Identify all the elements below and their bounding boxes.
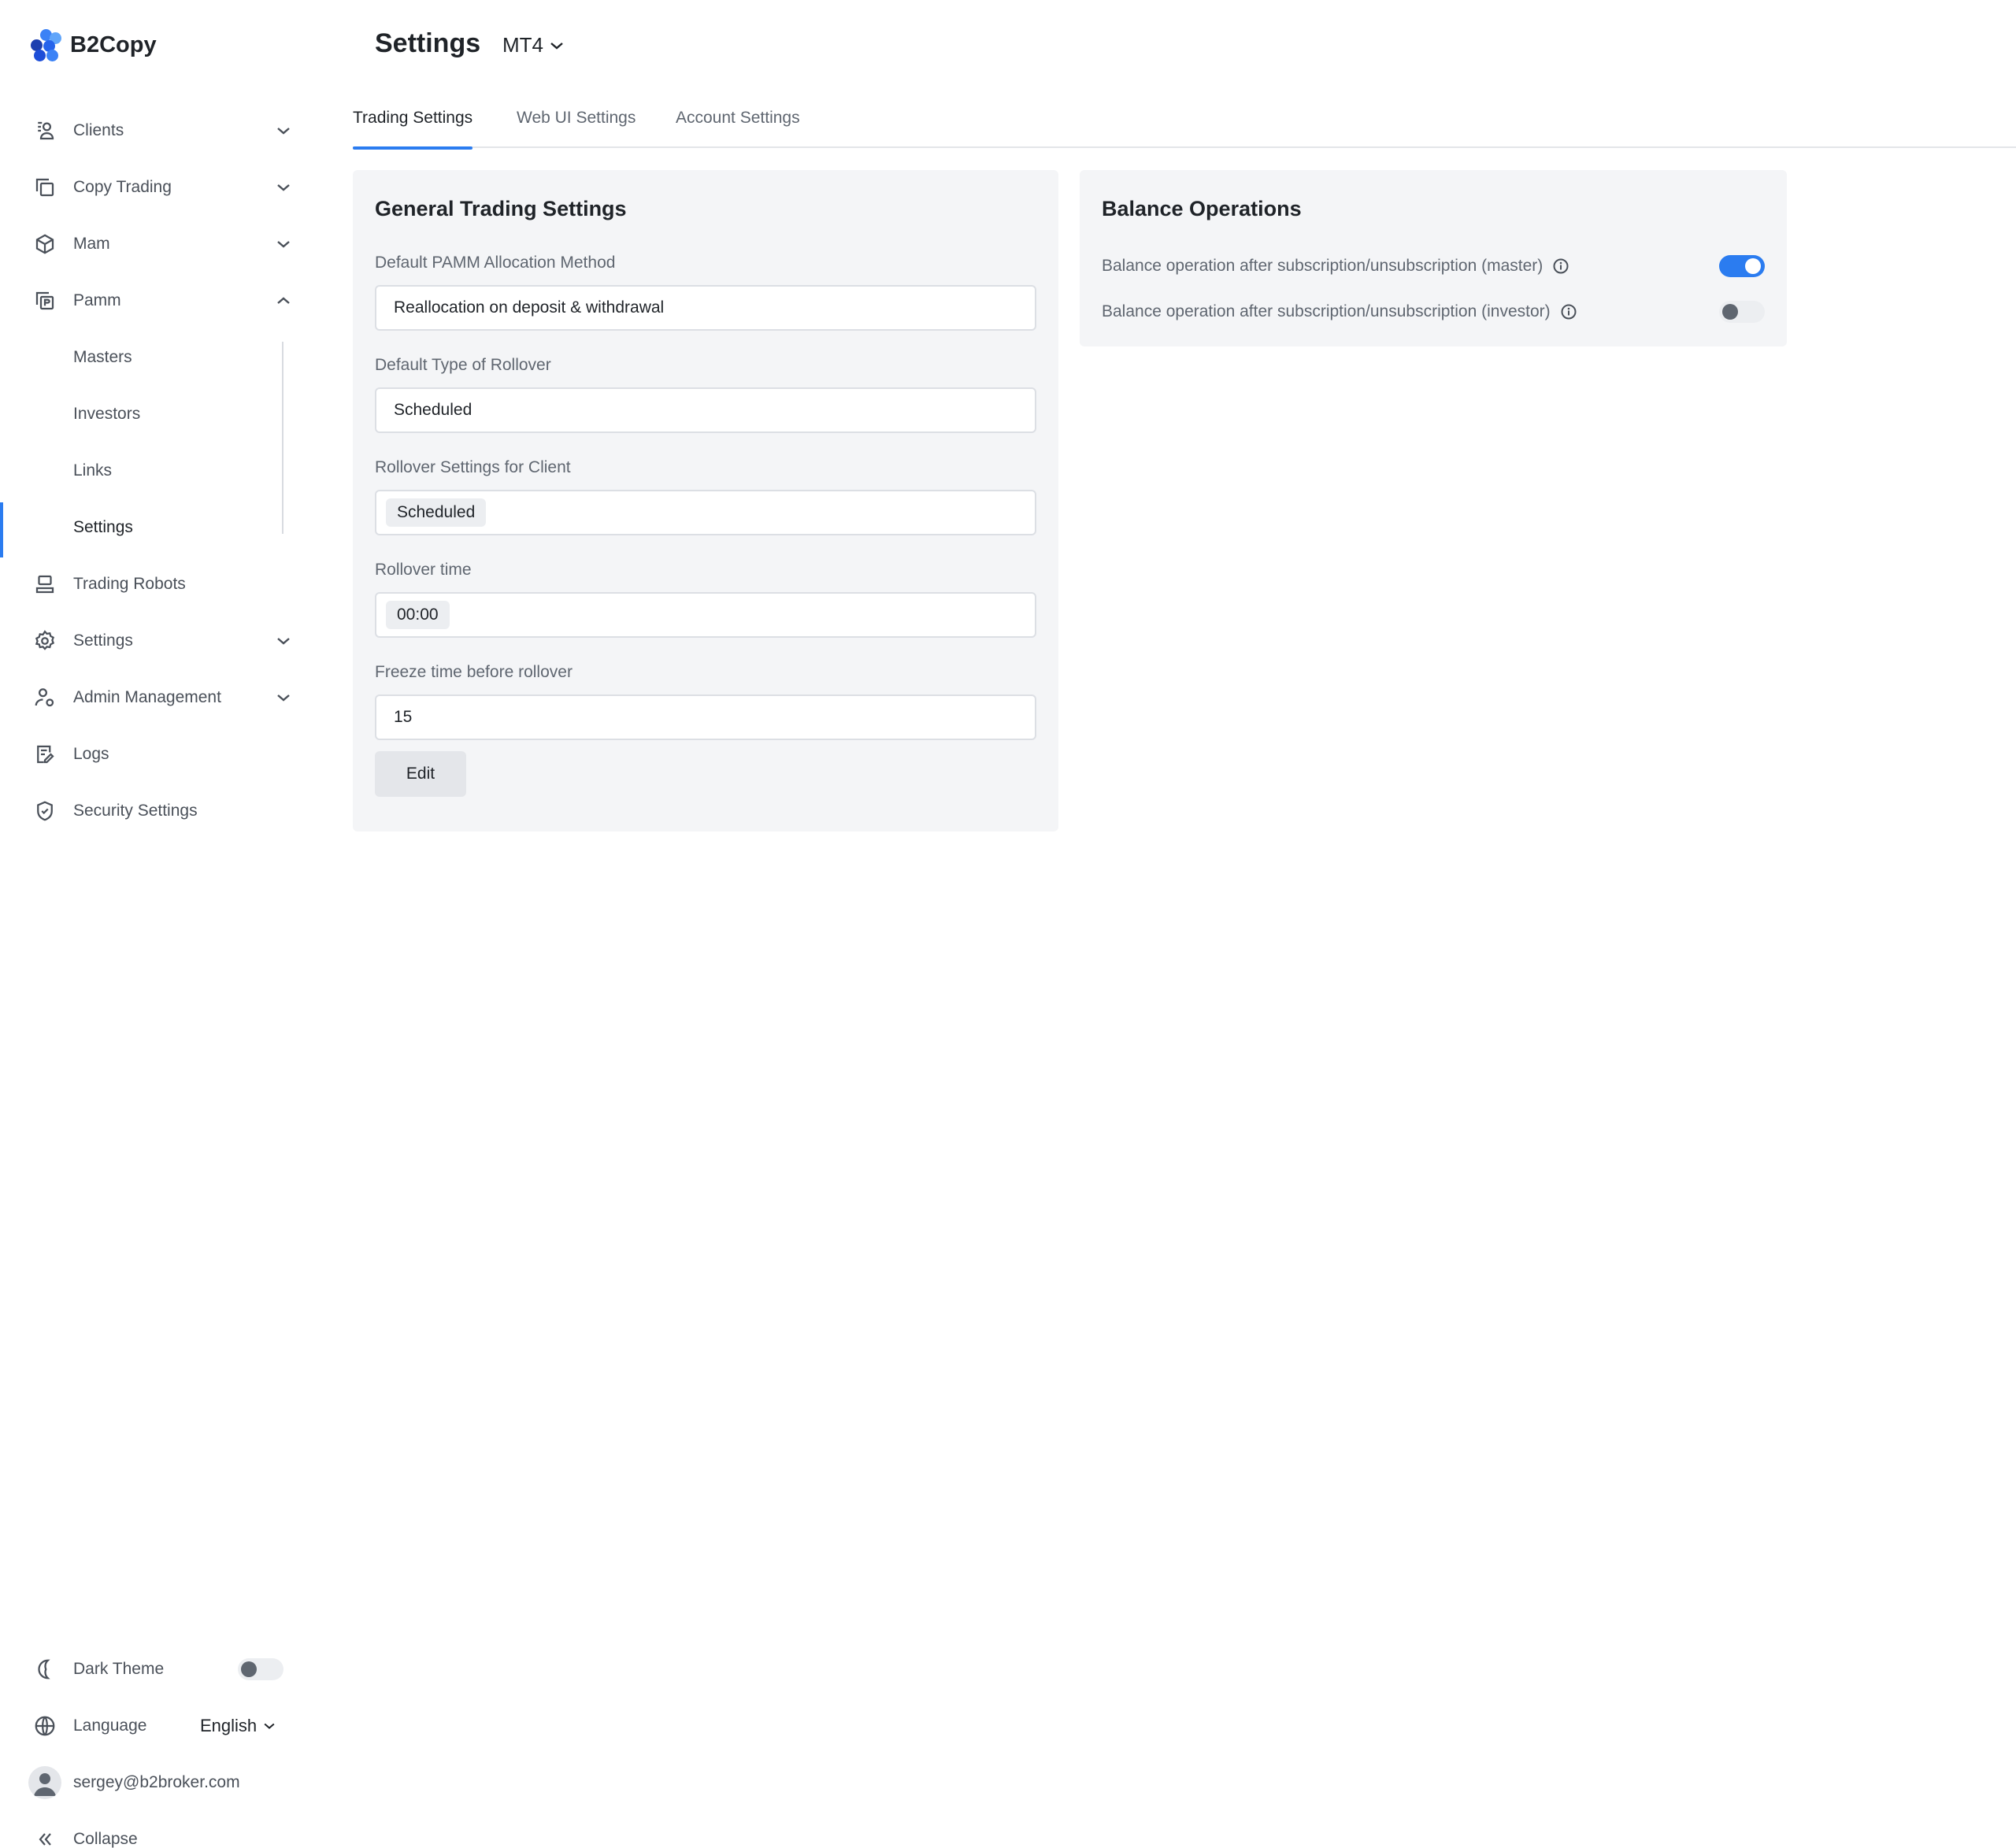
sidebar-item-label: Settings [73, 631, 133, 650]
globe-icon [32, 1713, 58, 1739]
chevron-down-icon[interactable] [272, 233, 295, 255]
sidebar-item-investors[interactable]: Investors [0, 392, 299, 436]
sidebar-item-label: Security Settings [73, 802, 198, 820]
chevron-down-icon[interactable] [272, 630, 295, 652]
chevron-down-icon[interactable] [272, 120, 295, 142]
field-chip: 00:00 [386, 601, 450, 629]
dark-theme-row: Dark Theme [0, 1647, 299, 1691]
copy-icon [32, 174, 58, 201]
platform-select[interactable]: MT4 [502, 33, 564, 57]
sidebar-item-label: Admin Management [73, 688, 221, 706]
sidebar-item-label: Clients [73, 121, 124, 139]
avatar [28, 1766, 61, 1799]
field-label: Default Type of Rollover [375, 356, 551, 374]
language-value: English [200, 1716, 258, 1735]
collapse-button[interactable]: Collapse [0, 1817, 299, 1848]
sidebar-item-label: Trading Robots [73, 575, 186, 593]
sidebar-item-admin-management[interactable]: Admin Management [0, 676, 307, 720]
card-title: Balance Operations [1102, 197, 1302, 220]
sidebar-item-security-settings[interactable]: Security Settings [0, 789, 307, 833]
tab-account-settings[interactable]: Account Settings [676, 109, 800, 146]
language-row: Language English [0, 1704, 299, 1748]
sidebar-item-label: Copy Trading [73, 178, 172, 196]
sidebar-item-label: Settings [73, 518, 133, 536]
users-icon [32, 117, 58, 144]
gear-icon [32, 628, 58, 654]
sidebar-item-settings[interactable]: Settings [0, 619, 307, 663]
sidebar-item-mam[interactable]: Mam [0, 222, 307, 266]
sidebar-item-label: Logs [73, 745, 109, 763]
sidebar-item-trading-robots[interactable]: Trading Robots [0, 562, 307, 606]
rollover-time-field[interactable]: 00:00 [375, 592, 1036, 638]
info-icon[interactable] [1552, 257, 1569, 275]
tab-trading-settings[interactable]: Trading Settings [353, 109, 473, 150]
cube-icon [32, 231, 58, 257]
field-label: Default PAMM Allocation Method [375, 254, 616, 272]
chevron-down-icon [550, 42, 563, 50]
field-value: Scheduled [394, 401, 472, 419]
dark-theme-label: Dark Theme [73, 1660, 165, 1678]
admin-icon [32, 684, 58, 711]
sidebar-item-label: Masters [73, 348, 132, 366]
rollover-client-field[interactable]: Scheduled [375, 490, 1036, 535]
allocation-method-field[interactable]: Reallocation on deposit & withdrawal [375, 285, 1036, 331]
balance-operations-card: Balance Operations Balance operation aft… [1080, 170, 1787, 346]
field-chip: Scheduled [386, 498, 487, 527]
field-value: Reallocation on deposit & withdrawal [394, 298, 665, 317]
sidebar-item-links[interactable]: Links [0, 449, 299, 493]
chevron-up-icon[interactable] [272, 290, 295, 312]
sidebar-item-masters[interactable]: Masters [0, 335, 299, 380]
tab-web-ui-settings[interactable]: Web UI Settings [517, 109, 636, 146]
shield-icon [32, 798, 58, 824]
tab-bar: Trading Settings Web UI Settings Account… [353, 102, 2016, 150]
edit-button[interactable]: Edit [375, 751, 466, 797]
balance-master-toggle[interactable] [1719, 255, 1765, 277]
dark-theme-toggle[interactable] [238, 1658, 284, 1680]
sidebar-item-pamm-settings[interactable]: Settings [0, 506, 299, 550]
sidebar: B2Copy Clients Copy Trading Mam Pamm Mas… [0, 0, 317, 1848]
sidebar-item-label: Links [73, 461, 113, 480]
freeze-time-field[interactable]: 15 [375, 694, 1036, 740]
sidebar-item-pamm[interactable]: Pamm [0, 279, 307, 323]
balance-investor-toggle[interactable] [1719, 301, 1765, 323]
collapse-label: Collapse [73, 1830, 138, 1848]
sidebar-item-label: Mam [73, 235, 110, 253]
brand-name: B2Copy [70, 31, 157, 57]
chevron-down-icon[interactable] [272, 176, 295, 198]
balance-row-label: Balance operation after subscription/uns… [1102, 257, 1544, 275]
balance-row-investor: Balance operation after subscription/uns… [1102, 296, 1765, 328]
general-trading-settings-card: General Trading Settings Default PAMM Al… [353, 170, 1058, 831]
double-chevron-left-icon [32, 1826, 58, 1848]
sidebar-item-clients[interactable]: Clients [0, 109, 307, 153]
balance-row-master: Balance operation after subscription/uns… [1102, 250, 1765, 282]
field-value: 15 [394, 708, 413, 726]
sidebar-item-logs[interactable]: Logs [0, 732, 307, 776]
rollover-type-field[interactable]: Scheduled [375, 387, 1036, 433]
user-email: sergey@b2broker.com [73, 1773, 240, 1791]
platform-value: MT4 [502, 33, 543, 57]
moon-icon [32, 1656, 58, 1683]
field-label: Freeze time before rollover [375, 663, 573, 681]
balance-row-label: Balance operation after subscription/uns… [1102, 302, 1551, 320]
field-label: Rollover Settings for Client [375, 458, 571, 476]
pamm-icon [32, 287, 58, 314]
page-title: Settings [375, 28, 481, 58]
chevron-down-icon[interactable] [272, 687, 295, 709]
user-row[interactable]: sergey@b2broker.com [0, 1761, 299, 1805]
logo-icon [29, 29, 61, 61]
robot-icon [32, 571, 58, 598]
card-title: General Trading Settings [375, 197, 627, 220]
sidebar-item-label: Pamm [73, 291, 121, 309]
field-label: Rollover time [375, 561, 472, 579]
chevron-down-icon [264, 1723, 275, 1729]
brand-logo[interactable]: B2Copy [29, 29, 157, 61]
sidebar-item-label: Investors [73, 405, 141, 423]
logs-icon [32, 741, 58, 768]
info-icon[interactable] [1560, 303, 1577, 320]
language-select[interactable]: English [200, 1716, 276, 1736]
language-label: Language [73, 1717, 147, 1735]
sidebar-item-copy-trading[interactable]: Copy Trading [0, 165, 307, 209]
